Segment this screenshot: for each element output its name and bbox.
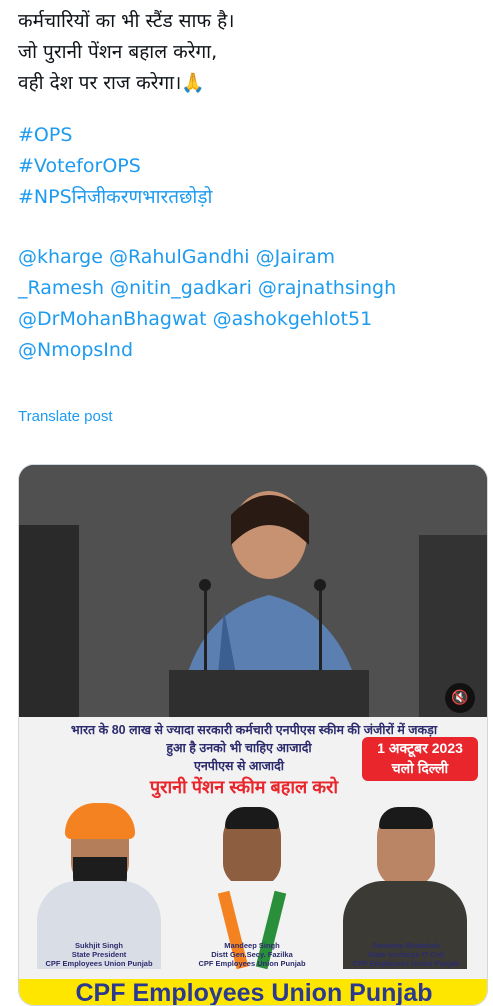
person-role: Distt Gen.Secy. Fazilka — [211, 950, 293, 959]
video-player[interactable]: 🔇 — [19, 465, 487, 717]
person-caption: Sukhjit Singh State President CPF Employ… — [24, 941, 174, 968]
poster-subline: एनपीएस से आजादी — [193, 759, 285, 773]
hashtag-nps[interactable]: #NPSनिजीकरणभारतछोड़ो — [18, 182, 478, 213]
post-text: कर्मचारियों का भी स्टैंड साफ है। जो पुरा… — [18, 6, 478, 366]
person-org: CPF Employees Union Punjab — [45, 959, 153, 968]
post-line: कर्मचारियों का भी स्टैंड साफ है। — [18, 10, 235, 32]
poster-image: भारत के 80 लाख से ज्यादा सरकारी कर्मचारी… — [19, 717, 487, 1005]
hashtag-list: #OPS #VoteforOPS #NPSनिजीकरणभारतछोड़ो — [18, 120, 478, 213]
poster-banner: CPF Employees Union Punjab — [19, 979, 487, 1005]
mention-line[interactable]: @NmopsInd — [18, 335, 478, 366]
person-name: Sandeep Bhambah — [372, 941, 440, 950]
person-name: Mandeep Singh — [224, 941, 280, 950]
poster-slogan: पुरानी पेंशन स्कीम बहाल करो — [149, 777, 339, 797]
date-badge: 1 अक्टूबर 2023 चलो दिल्ली — [362, 737, 478, 781]
hashtag-voteforops[interactable]: #VoteforOPS — [18, 151, 478, 182]
mention-list: @kharge @RahulGandhi @Jairam _Ramesh @ni… — [18, 242, 478, 366]
translate-post-link[interactable]: Translate post — [18, 408, 113, 425]
hashtag-ops[interactable]: #OPS — [18, 120, 478, 151]
post-line: जो पुरानी पेंशन बहाल करेगा, — [18, 41, 218, 63]
person-org: CPF Employees Union Punjab — [198, 959, 306, 968]
media-card[interactable]: 🔇 भारत के 80 लाख से ज्यादा सरकारी कर्मचा… — [18, 464, 488, 1006]
mention-line[interactable]: @kharge @RahulGandhi @Jairam — [18, 242, 478, 273]
poster-subline: हुआ है उनको भी चाहिए आजादी — [166, 741, 312, 755]
speaker-illustration — [19, 465, 487, 717]
mention-line[interactable]: _Ramesh @nitin_gadkari @rajnathsingh — [18, 273, 478, 304]
mute-icon[interactable]: 🔇 — [445, 683, 475, 713]
person-role: State Incharge IT Cell — [367, 950, 445, 959]
date-badge-date: 1 अक्टूबर 2023 — [377, 740, 463, 756]
mention-line[interactable]: @DrMohanBhagwat @ashokgehlot51 — [18, 304, 478, 335]
person-org: CPF Employees Union Punjab — [352, 959, 460, 968]
post-line: वही देश पर राज करेगा।🙏 — [18, 72, 205, 94]
date-badge-cta: चलो दिल्ली — [391, 760, 449, 776]
person-role: State President — [71, 950, 127, 959]
person-caption: Sandeep Bhambah State Incharge IT Cell C… — [331, 941, 481, 968]
person-name: Sukhjit Singh — [75, 941, 123, 950]
poster-headline: भारत के 80 लाख से ज्यादा सरकारी कर्मचारी… — [70, 723, 438, 737]
person-caption: Mandeep Singh Distt Gen.Secy. Fazilka CP… — [177, 941, 327, 968]
